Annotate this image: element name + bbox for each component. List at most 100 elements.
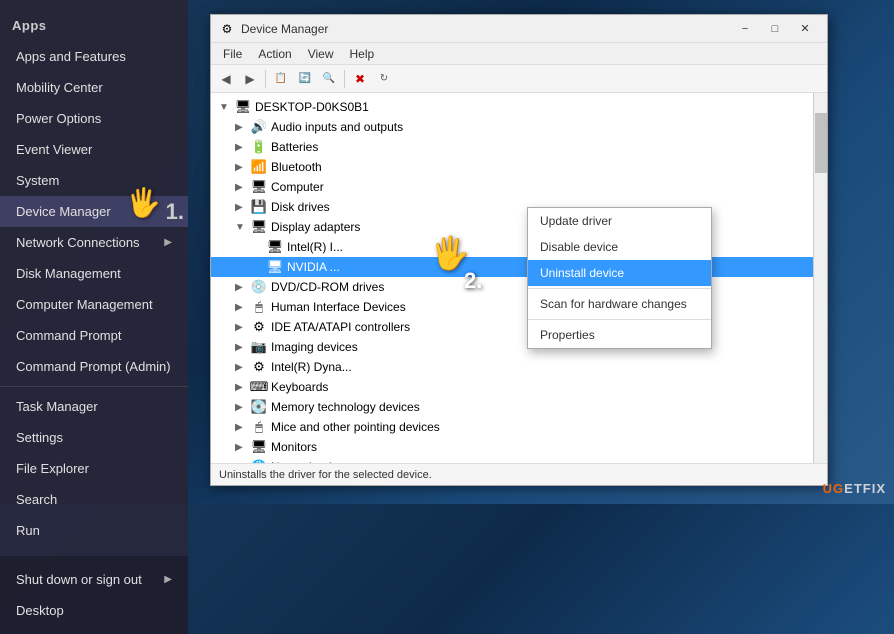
sidebar-item-search[interactable]: Search [0,484,188,515]
tree-item-dvd[interactable]: ▶ 💿 DVD/CD-ROM drives [211,277,813,297]
sidebar-item-file-explorer[interactable]: File Explorer [0,453,188,484]
toolbar-properties[interactable]: 📋 [270,68,292,90]
toolbar-forward[interactable]: ▶ [239,68,261,90]
item-label: Batteries [271,140,318,154]
tree-item-nvidia-gpu[interactable]: 🖥 NVIDIA ... [211,257,813,277]
tree-item-batteries[interactable]: ▶ 🔋 Batteries [211,137,813,157]
sidebar-item-device-manager[interactable]: Device Manager 1. [0,196,188,227]
sidebar-item-label: Run [16,523,40,538]
sidebar-item-label: Power Options [16,111,101,126]
sidebar-item-label: Network Connections [16,235,140,250]
ide-icon: ⚙ [251,319,267,335]
tree-item-monitors[interactable]: ▶ 🖥 Monitors [211,437,813,457]
tree-item-imaging[interactable]: ▶ 📷 Imaging devices [211,337,813,357]
item-label: Disk drives [271,200,330,214]
tree-item-hid[interactable]: ▶ 🖱 Human Interface Devices [211,297,813,317]
tree-item-computer[interactable]: ▼ 🖥 DESKTOP-D0KS0B1 [211,97,813,117]
sidebar-item-task-manager[interactable]: Task Manager [0,391,188,422]
imaging-icon: 📷 [251,339,267,355]
expander-icon: ▶ [235,162,251,173]
scrollbar-thumb[interactable] [815,113,827,173]
step1-badge: 1. [166,199,184,225]
item-label: NVIDIA ... [287,260,340,274]
expander-icon: ▶ [235,382,251,393]
menu-help[interactable]: Help [342,45,383,63]
scrollbar[interactable] [813,93,827,463]
sidebar-item-label: Task Manager [16,399,98,414]
sidebar-item-label: Event Viewer [16,142,92,157]
ctx-update-driver[interactable]: Update driver [528,208,711,234]
expander-icon [251,242,267,253]
toolbar-update[interactable]: 🔄 [294,68,316,90]
expander-icon: ▶ [235,362,251,373]
toolbar-scan[interactable]: 🔍 [318,68,340,90]
ctx-scan-hardware[interactable]: Scan for hardware changes [528,291,711,317]
tree-item-memory[interactable]: ▶ 💽 Memory technology devices [211,397,813,417]
item-label: Computer [271,180,324,194]
expander-icon: ▶ [235,422,251,433]
toolbar-refresh[interactable]: ↻ [373,68,395,90]
sidebar-item-system[interactable]: System [0,165,188,196]
minimize-button[interactable]: − [731,18,759,40]
menu-file[interactable]: File [215,45,250,63]
expander-icon: ▶ [235,142,251,153]
tree-item-audio[interactable]: ▶ 🔊 Audio inputs and outputs [211,117,813,137]
ctx-disable-device[interactable]: Disable device [528,234,711,260]
keyboard-icon: ⌨ [251,379,267,395]
sidebar-item-cmd[interactable]: Command Prompt [0,320,188,351]
ctx-uninstall-device[interactable]: Uninstall device [528,260,711,286]
sidebar-item-event[interactable]: Event Viewer [0,134,188,165]
sidebar-item-label: Search [16,492,57,507]
tree-item-ide[interactable]: ▶ ⚙ IDE ATA/ATAPI controllers [211,317,813,337]
item-label: DVD/CD-ROM drives [271,280,384,294]
hid-icon: 🖱 [251,299,267,315]
item-label: Human Interface Devices [271,300,406,314]
sidebar-item-computer-mgmt[interactable]: Computer Management [0,289,188,320]
sidebar-item-label: Settings [16,430,63,445]
tree-item-intel-dyn[interactable]: ▶ ⚙ Intel(R) Dyna... [211,357,813,377]
sidebar-item-label: Disk Management [16,266,121,281]
tree-item-bluetooth[interactable]: ▶ 📶 Bluetooth [211,157,813,177]
expander-icon [251,262,267,273]
sidebar-item-label: Computer Management [16,297,153,312]
tree-item-mice[interactable]: ▶ 🖱 Mice and other pointing devices [211,417,813,437]
sidebar-item-disk[interactable]: Disk Management [0,258,188,289]
desktop-label: Desktop [16,603,64,618]
computer-node-icon: 🖥 [251,179,267,195]
close-button[interactable]: ✕ [791,18,819,40]
sidebar-item-power[interactable]: Power Options [0,103,188,134]
maximize-button[interactable]: □ [761,18,789,40]
tree-item-display[interactable]: ▼ 🖥 Display adapters [211,217,813,237]
menu-view[interactable]: View [300,45,342,63]
tree-item-computer-node[interactable]: ▶ 🖥 Computer [211,177,813,197]
sidebar-item-cmd-admin[interactable]: Command Prompt (Admin) [0,351,188,382]
start-menu-top: Apps Apps and Features Mobility Center P… [0,0,188,556]
expander-icon: ▶ [235,202,251,213]
desktop-button[interactable]: Desktop [0,595,188,626]
expander-icon: ▶ [235,182,251,193]
tree-item-disk[interactable]: ▶ 💾 Disk drives [211,197,813,217]
ctx-properties[interactable]: Properties [528,322,711,348]
dvd-icon: 💿 [251,279,267,295]
sidebar-item-run[interactable]: Run [0,515,188,546]
batteries-icon: 🔋 [251,139,267,155]
window-icon: ⚙ [219,21,235,37]
sidebar-item-apps-features[interactable]: Apps and Features [0,41,188,72]
monitors-icon: 🖥 [251,439,267,455]
toolbar-back[interactable]: ◀ [215,68,237,90]
window-toolbar: ◀ ▶ 📋 🔄 🔍 ✖ ↻ [211,65,827,93]
sidebar-item-mobility[interactable]: Mobility Center [0,72,188,103]
start-menu: Apps Apps and Features Mobility Center P… [0,0,188,504]
toolbar-sep2 [344,70,345,88]
sidebar-item-label: File Explorer [16,461,89,476]
tree-item-intel-gpu[interactable]: 🖥 Intel(R) I... [211,237,813,257]
device-tree[interactable]: ▼ 🖥 DESKTOP-D0KS0B1 ▶ 🔊 Audio inputs and… [211,93,813,463]
sidebar-item-settings[interactable]: Settings [0,422,188,453]
sidebar-item-network[interactable]: Network Connections ▶ [0,227,188,258]
shutdown-button[interactable]: Shut down or sign out ▶ [0,564,188,595]
item-label: Memory technology devices [271,400,420,414]
menu-action[interactable]: Action [250,45,299,63]
intel-icon: ⚙ [251,359,267,375]
toolbar-remove[interactable]: ✖ [349,68,371,90]
tree-item-keyboards[interactable]: ▶ ⌨ Keyboards [211,377,813,397]
